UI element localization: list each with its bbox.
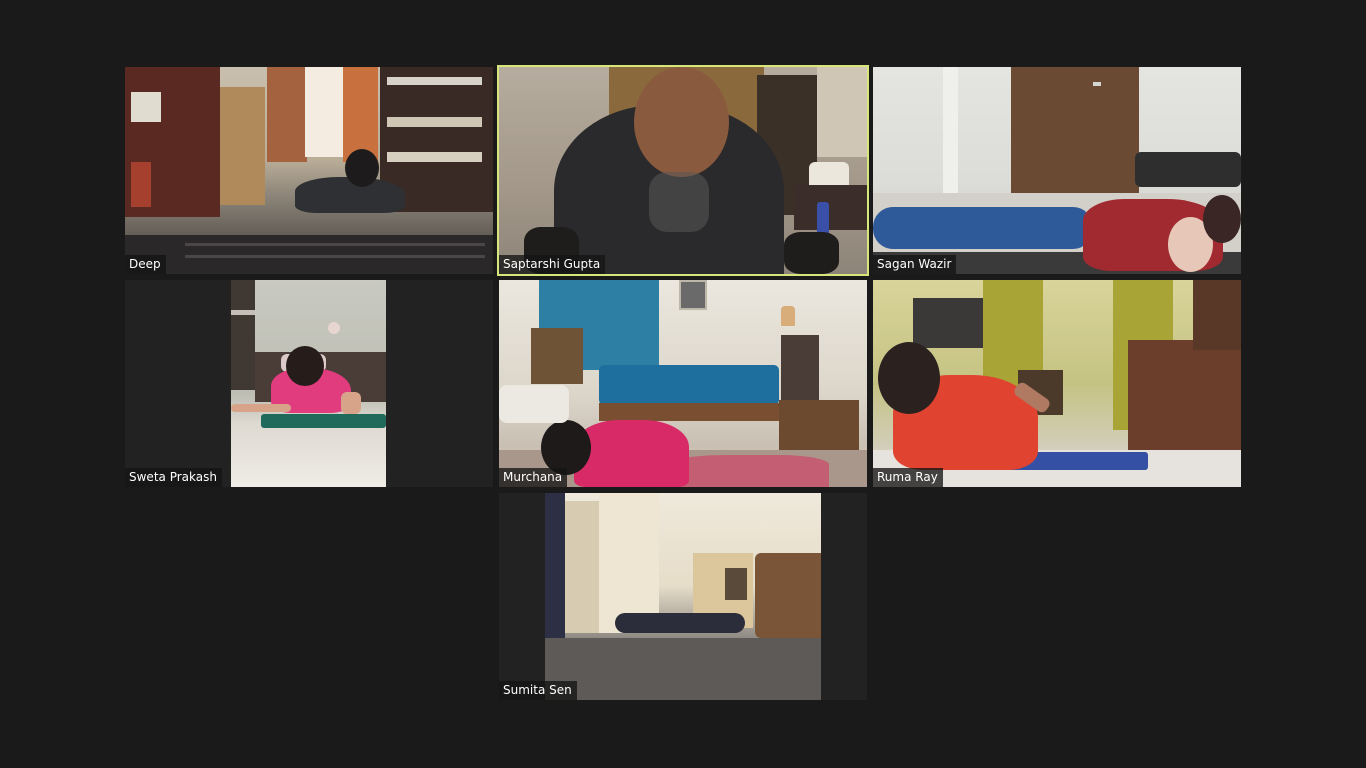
video-tile-sumita-sen[interactable]: Sumita Sen xyxy=(499,493,867,700)
participant-video xyxy=(545,493,821,700)
gallery-view: Deep Saptarshi Gupta Sagan Wazir Sweta P… xyxy=(0,0,1366,768)
video-tile-murchana[interactable]: Murchana xyxy=(499,280,867,487)
video-tile-sagan-wazir[interactable]: Sagan Wazir xyxy=(873,67,1241,274)
participant-name-label: Sagan Wazir xyxy=(873,255,957,274)
participant-video xyxy=(873,67,1241,274)
participant-video xyxy=(231,280,386,487)
video-tile-ruma-ray[interactable]: Ruma Ray xyxy=(873,280,1241,487)
video-tile-deep[interactable]: Deep xyxy=(125,67,493,274)
participant-name-label: Saptarshi Gupta xyxy=(499,255,606,274)
video-tile-saptarshi-gupta[interactable]: Saptarshi Gupta xyxy=(497,65,869,276)
participant-video xyxy=(499,280,867,487)
participant-video xyxy=(873,280,1241,487)
participant-name-label: Murchana xyxy=(499,468,568,487)
participant-video xyxy=(125,67,493,274)
participant-name-label: Sumita Sen xyxy=(499,681,577,700)
participant-name-label: Deep xyxy=(125,255,166,274)
participant-video xyxy=(499,67,867,274)
participant-name-label: Sweta Prakash xyxy=(125,468,222,487)
participant-name-label: Ruma Ray xyxy=(873,468,943,487)
video-tile-sweta-prakash[interactable]: Sweta Prakash xyxy=(125,280,493,487)
